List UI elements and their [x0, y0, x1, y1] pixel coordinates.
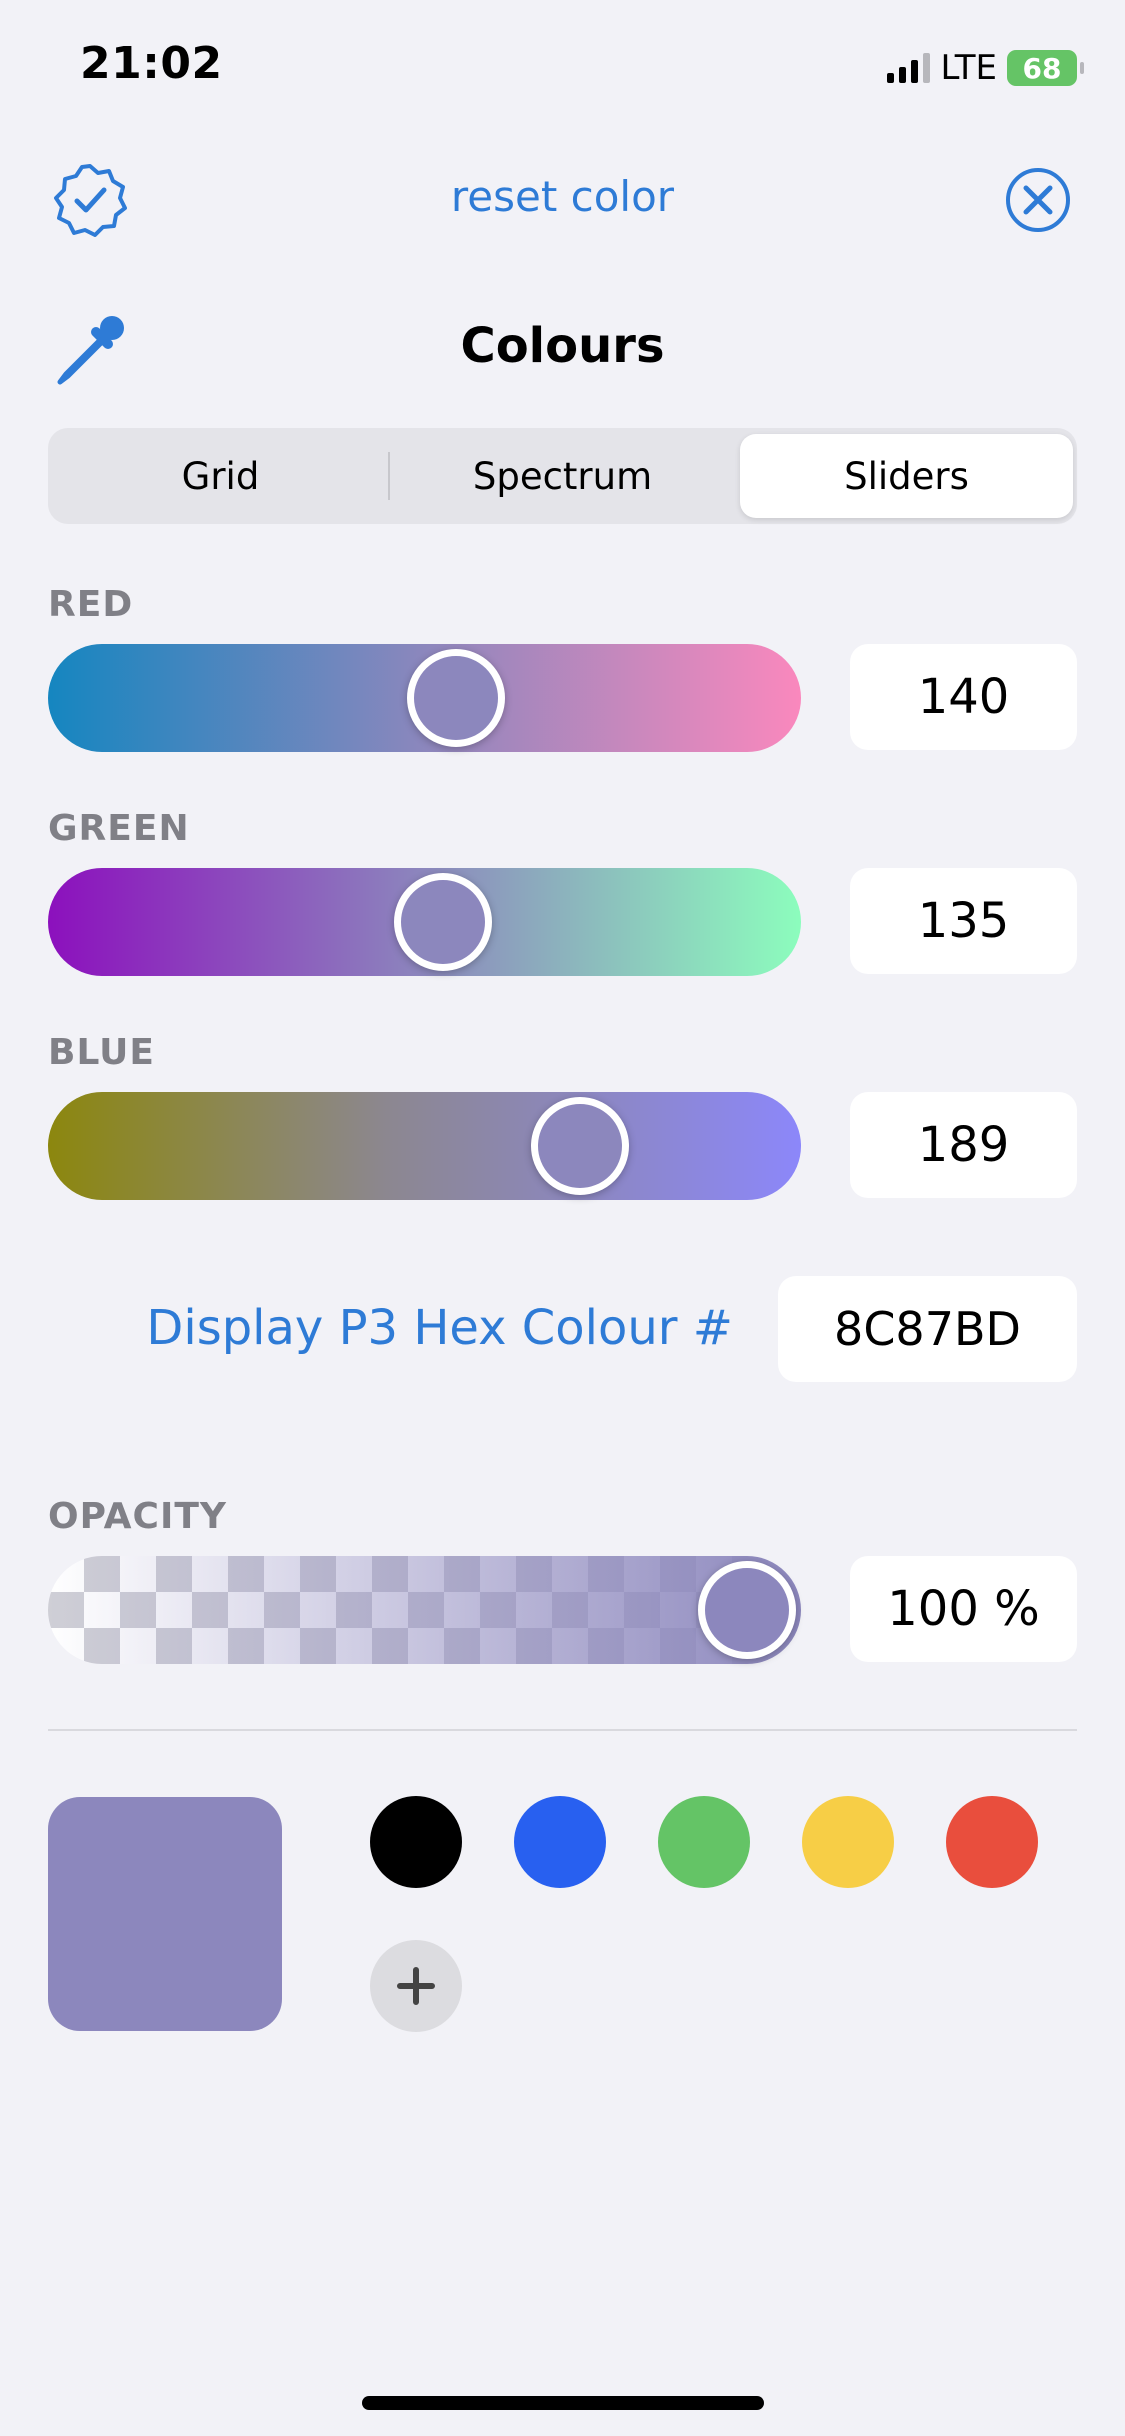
battery-level: 68	[1022, 51, 1062, 85]
blue-value-field[interactable]: 189	[850, 1092, 1077, 1198]
swatch-red[interactable]	[946, 1796, 1038, 1888]
green-slider[interactable]	[48, 868, 801, 976]
reset-color-button[interactable]: reset color	[0, 172, 1125, 221]
green-value-field[interactable]: 135	[850, 868, 1077, 974]
segmented-control: Grid Spectrum Sliders	[48, 428, 1077, 524]
color-preview	[48, 1797, 282, 2031]
swatch-blue[interactable]	[514, 1796, 606, 1888]
plus-icon	[397, 1967, 435, 2005]
hex-value-field[interactable]: 8C87BD	[778, 1276, 1077, 1382]
swatch-green[interactable]	[658, 1796, 750, 1888]
opacity-value-field[interactable]: 100 %	[850, 1556, 1077, 1662]
hex-label: Display P3 Hex Colour #	[146, 1300, 733, 1356]
home-indicator	[362, 2396, 764, 2410]
network-type: LTE	[940, 48, 997, 88]
add-swatch-button[interactable]	[370, 1940, 462, 2032]
blue-slider[interactable]	[48, 1092, 801, 1200]
swatch-yellow[interactable]	[802, 1796, 894, 1888]
close-circle-icon[interactable]	[1004, 166, 1072, 234]
tab-sliders[interactable]: Sliders	[740, 434, 1073, 518]
red-value-field[interactable]: 140	[850, 644, 1077, 750]
green-slider-thumb[interactable]	[394, 873, 493, 971]
red-slider[interactable]	[48, 644, 801, 752]
battery-icon: 68	[1007, 50, 1084, 86]
signal-icon	[887, 53, 931, 83]
page-title: Colours	[460, 318, 665, 374]
green-label: GREEN	[48, 808, 190, 849]
segment-divider	[388, 452, 390, 500]
opacity-slider-thumb[interactable]	[698, 1561, 796, 1659]
status-time: 21:02	[80, 38, 223, 89]
blue-label: BLUE	[48, 1032, 155, 1073]
opacity-slider[interactable]	[48, 1556, 801, 1664]
tab-spectrum[interactable]: Spectrum	[396, 434, 729, 518]
blue-slider-thumb[interactable]	[530, 1097, 629, 1195]
tab-grid[interactable]: Grid	[54, 434, 387, 518]
red-label: RED	[48, 584, 134, 625]
section-divider	[48, 1729, 1077, 1731]
red-slider-thumb[interactable]	[407, 649, 506, 747]
swatch-black[interactable]	[370, 1796, 462, 1888]
opacity-label: OPACITY	[48, 1496, 227, 1537]
status-indicators: LTE 68	[887, 48, 1084, 88]
